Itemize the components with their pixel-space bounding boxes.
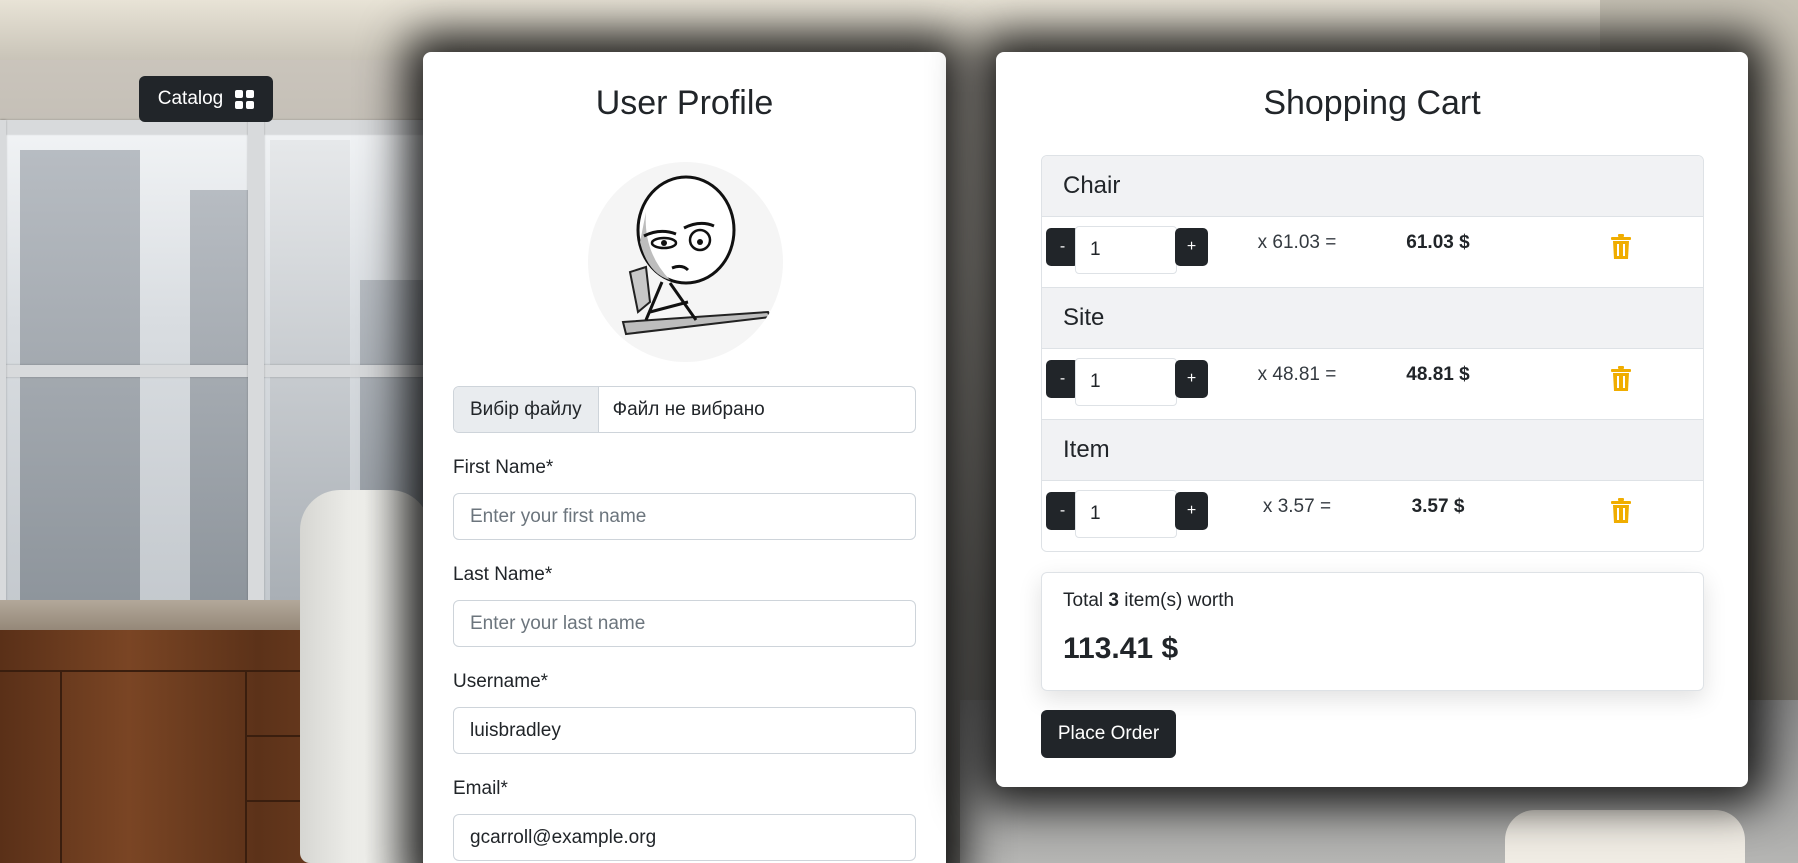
cart-item-row: - + x 3.57 = 3.57 $ [1042, 481, 1703, 551]
first-name-label: First Name* [453, 457, 554, 478]
catalog-button-label: Catalog [157, 88, 224, 109]
line-total: 61.03 $ [1406, 232, 1470, 253]
last-name-input[interactable] [453, 600, 916, 647]
cart-item-list: Chair - + x 61.03 = 61.03 $ Site - + x 4… [1041, 155, 1704, 552]
place-order-button[interactable]: Place Order [1041, 710, 1176, 758]
cart-item-name: Site [1042, 288, 1703, 349]
avatar-file-input[interactable]: Вибір файлу Файл не вибрано [453, 386, 916, 433]
quantity-input[interactable] [1075, 358, 1177, 406]
avatar [588, 162, 783, 362]
unit-price-text: x 48.81 = [1257, 364, 1337, 385]
item-count: 3 [1108, 590, 1119, 611]
file-status-text: Файл не вибрано [612, 398, 765, 420]
unit-price-text: x 61.03 = [1257, 232, 1337, 253]
choose-file-button[interactable]: Вибір файлу [454, 387, 599, 432]
cart-item-row: - + x 48.81 = 48.81 $ [1042, 349, 1703, 420]
trash-icon[interactable] [1610, 234, 1632, 260]
username-input[interactable] [453, 707, 916, 754]
cart-item-name: Chair [1042, 156, 1703, 217]
summary-suffix: item(s) worth [1124, 590, 1235, 611]
email-label: Email* [453, 778, 508, 799]
shopping-cart-card: Shopping Cart Chair - + x 61.03 = 61.03 … [996, 52, 1748, 787]
quantity-input[interactable] [1075, 226, 1177, 274]
increase-quantity-button[interactable]: + [1175, 492, 1208, 530]
line-total: 48.81 $ [1406, 364, 1470, 385]
summary-prefix: Total [1063, 590, 1104, 611]
catalog-button[interactable]: Catalog [139, 76, 273, 122]
username-label: Username* [453, 671, 549, 692]
unit-price-text: x 3.57 = [1262, 496, 1332, 517]
first-name-input[interactable] [453, 493, 916, 540]
summary-text: Total 3 item(s) worth [1063, 590, 1682, 612]
avatar-image [621, 175, 772, 336]
increase-quantity-button[interactable]: + [1175, 360, 1208, 398]
quantity-input[interactable] [1075, 490, 1177, 538]
cart-title: Shopping Cart [1263, 84, 1481, 122]
cart-total: 113.41 $ [1063, 632, 1179, 665]
cart-summary: Total 3 item(s) worth 113.41 $ [1041, 572, 1704, 691]
grid-icon [235, 89, 255, 109]
user-profile-card: User Profile Вибір файлу Файл не вибрано… [423, 52, 946, 863]
last-name-label: Last Name* [453, 564, 553, 585]
email-input[interactable] [453, 814, 916, 861]
profile-title: User Profile [595, 84, 774, 122]
trash-icon[interactable] [1610, 366, 1632, 392]
line-total: 3.57 $ [1411, 496, 1465, 517]
cart-item-row: - + x 61.03 = 61.03 $ [1042, 217, 1703, 288]
trash-icon[interactable] [1610, 498, 1632, 524]
increase-quantity-button[interactable]: + [1175, 228, 1208, 266]
cart-item-name: Item [1042, 420, 1703, 481]
